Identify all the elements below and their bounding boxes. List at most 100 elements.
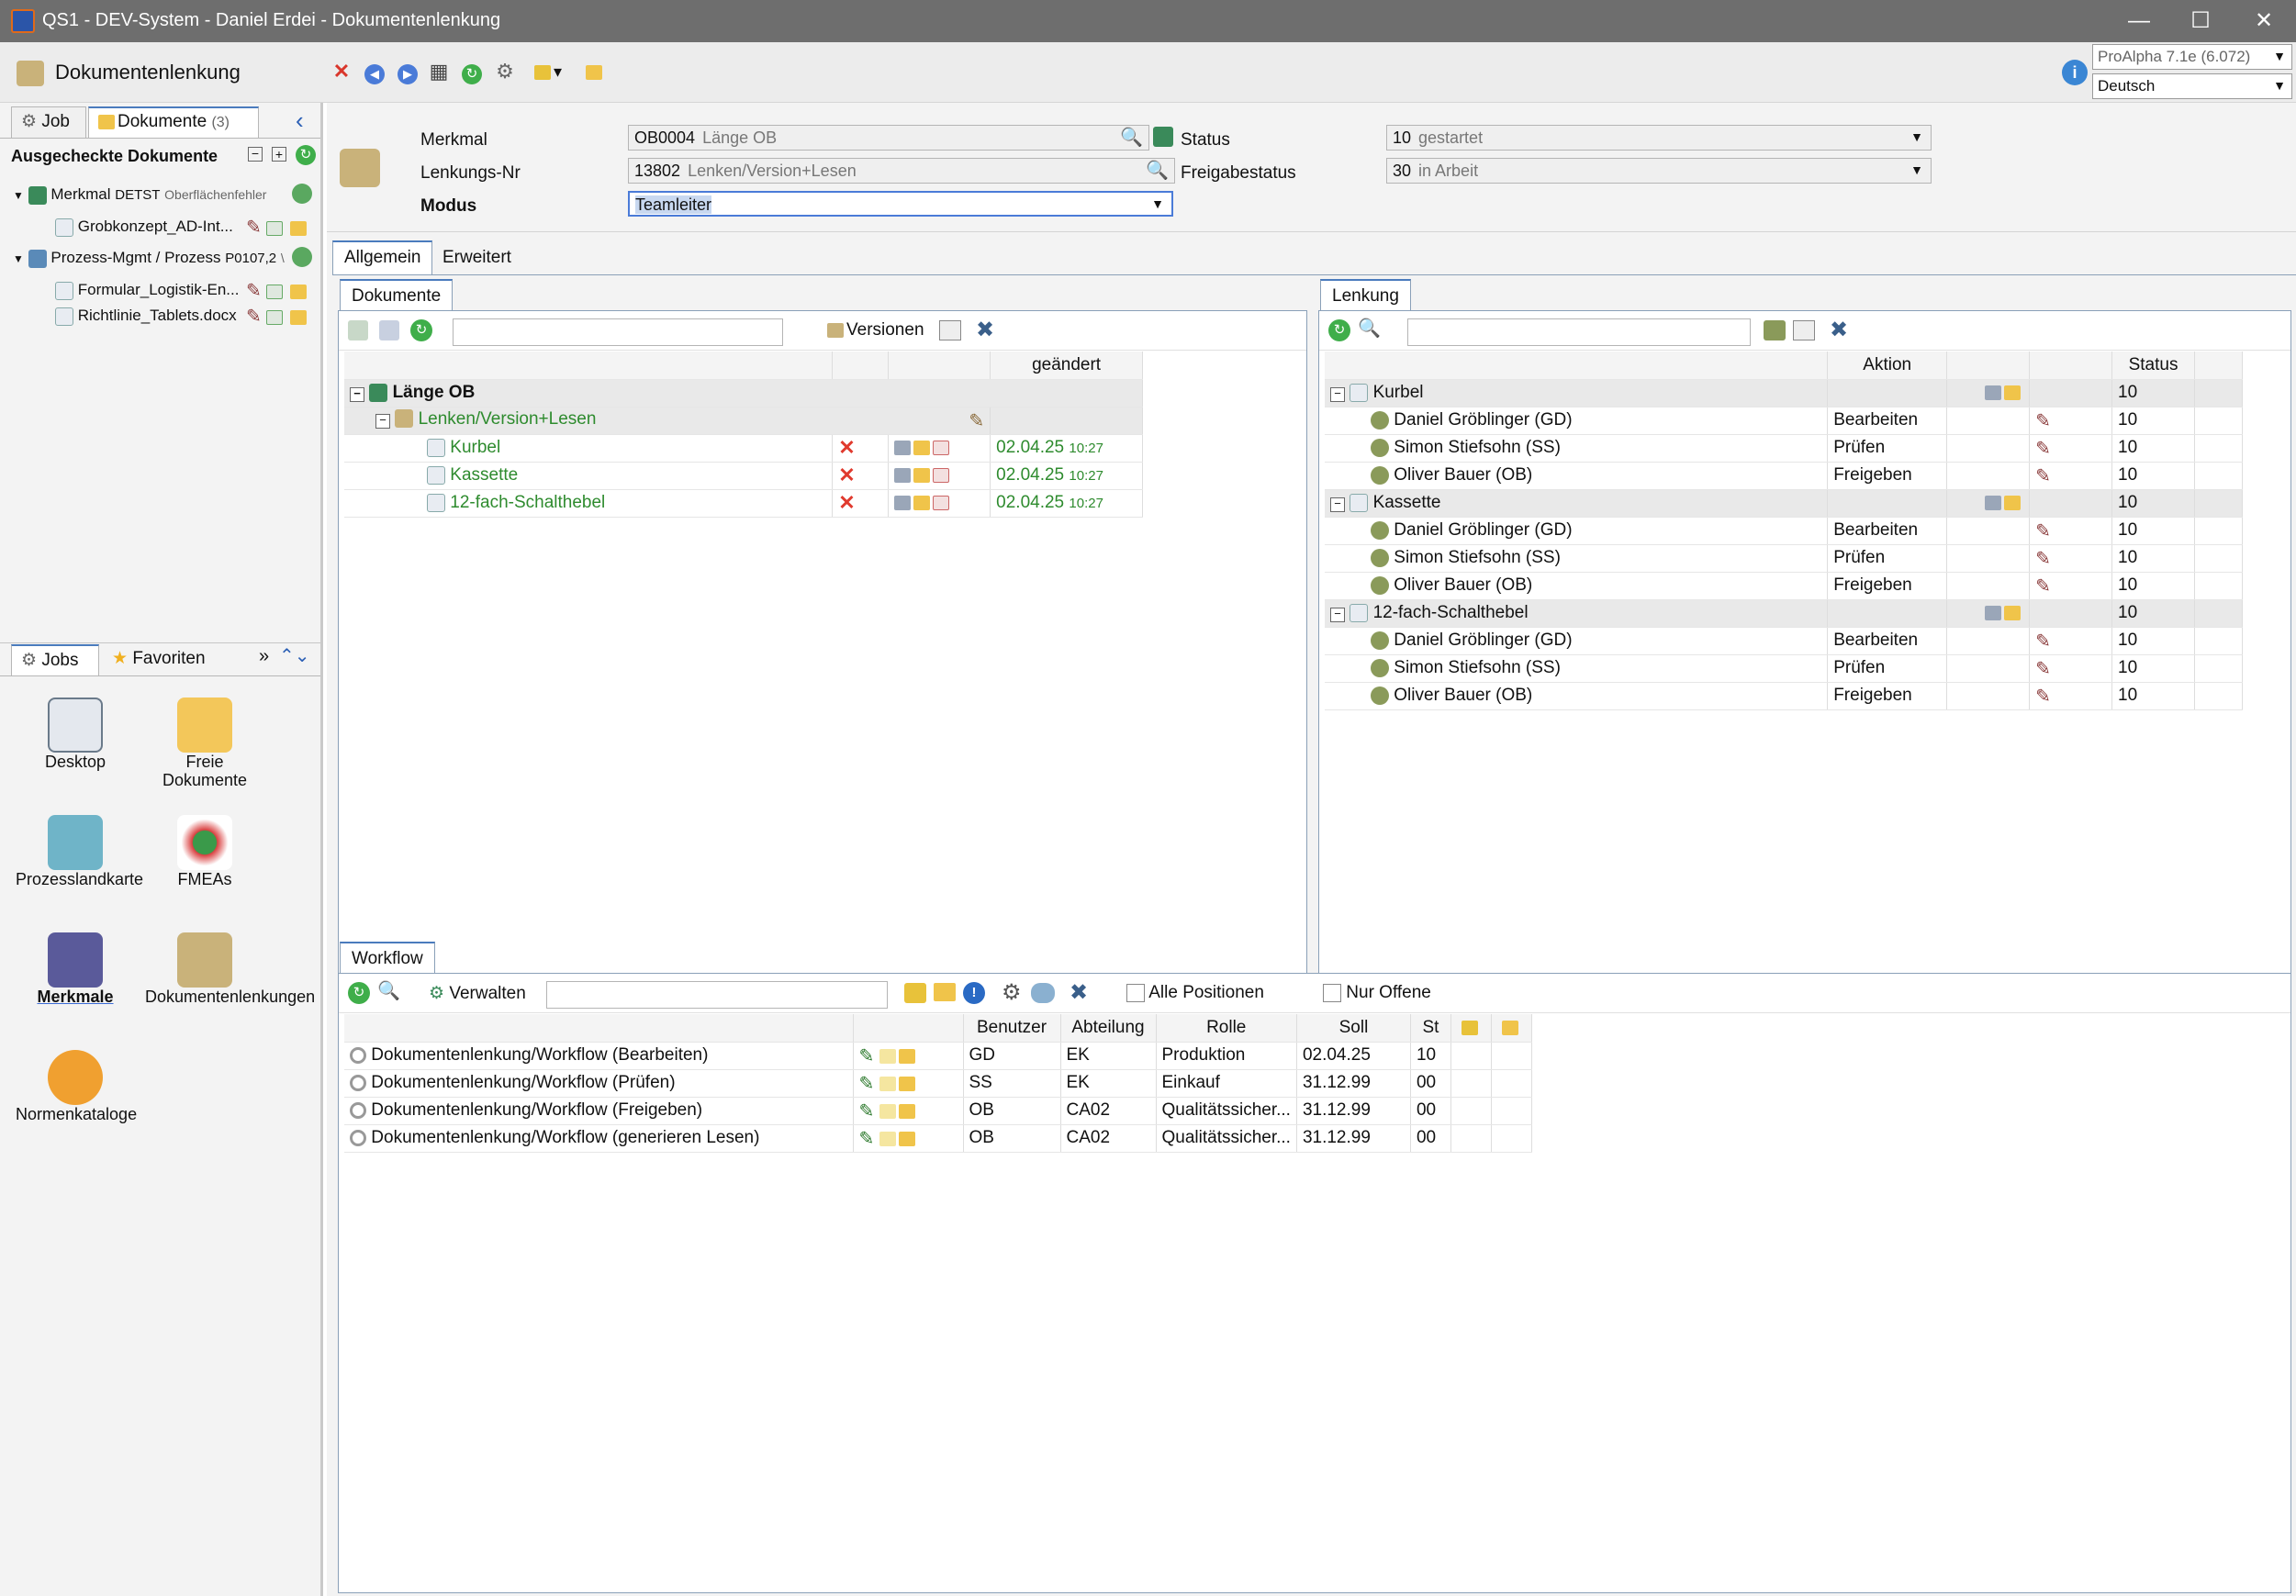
signature-icon[interactable]: ✎ xyxy=(2035,411,2051,431)
cancel-icon[interactable]: ✕ xyxy=(329,59,354,84)
checkin-icon[interactable] xyxy=(266,284,284,299)
job-desktop[interactable]: Desktop xyxy=(16,698,135,771)
lenkungsnr-field[interactable]: 13802 Lenken/Version+Lesen 🔍 xyxy=(628,158,1175,184)
expand-all-icon[interactable]: + xyxy=(272,147,286,162)
mail-icon[interactable] xyxy=(879,1077,896,1092)
tools-icon[interactable]: ✖ xyxy=(1070,979,1088,1006)
workflow-row[interactable]: Dokumentenlenkung/Workflow (generieren L… xyxy=(344,1124,1532,1153)
close-window-button[interactable]: ✕ xyxy=(2236,6,2291,37)
tab-lenkung[interactable]: Lenkung xyxy=(1320,279,1411,312)
signature-icon[interactable]: ✎ xyxy=(2035,439,2051,459)
mail-icon[interactable] xyxy=(879,1049,896,1065)
copy-icon[interactable] xyxy=(1985,495,2002,510)
lenkung-person-row[interactable]: Simon Stiefsohn (SS) Prüfen ✎ 10 xyxy=(1325,544,2243,573)
job-dokumentenlenkungen[interactable]: Dokumentenlenkungen xyxy=(145,932,315,1006)
expand-tree-icon[interactable] xyxy=(348,320,368,340)
folder-icon[interactable] xyxy=(2004,605,2022,620)
tab-dokumente-panel[interactable]: Dokumente xyxy=(340,279,454,312)
settings-gear-icon[interactable]: ⚙ xyxy=(492,59,518,84)
minimize-button[interactable]: — xyxy=(2111,6,2167,37)
signature-icon[interactable]: ✎ xyxy=(2035,549,2051,569)
tab-favoriten[interactable]: ★ Favoriten xyxy=(103,644,241,675)
job-merkmale[interactable]: Merkmale xyxy=(16,932,135,1006)
lenkung-group-row[interactable]: − 12-fach-Schalthebel 10 xyxy=(1325,599,2243,628)
edit-icon[interactable]: ✎ xyxy=(859,1129,875,1149)
tree-action-icon[interactable] xyxy=(292,247,312,267)
refresh-icon[interactable]: ↻ xyxy=(1328,319,1350,341)
lenkung-search-input[interactable] xyxy=(1407,318,1751,346)
tree-item-prozess[interactable]: ▼ Prozess-Mgmt / Prozess P0107,2 \ xyxy=(13,249,285,268)
lenkung-person-row[interactable]: Simon Stiefsohn (SS) Prüfen ✎ 10 xyxy=(1325,654,2243,683)
merkmal-field[interactable]: OB0004 Länge OB 🔍 xyxy=(628,125,1149,151)
assign-user-icon[interactable] xyxy=(1764,320,1786,340)
folder-icon[interactable] xyxy=(1501,1020,1518,1035)
folder-icon[interactable] xyxy=(913,467,930,483)
freigabestatus-select[interactable]: 30 in Arbeit ▼ xyxy=(1386,158,1932,184)
tab-workflow[interactable]: Workflow xyxy=(340,942,435,975)
chevron-up-down-icon[interactable]: ⌃⌄ xyxy=(279,644,310,667)
checkin-icon[interactable] xyxy=(266,220,284,236)
tools-icon[interactable]: ✖ xyxy=(976,317,994,343)
modus-select[interactable]: Teamleiter ▼ xyxy=(628,191,1173,217)
folder-icon[interactable] xyxy=(290,220,308,236)
info-icon[interactable]: i xyxy=(2062,60,2088,85)
tree-item-document[interactable]: Grobkonzept_AD-Int... xyxy=(55,218,233,237)
lenkung-row[interactable]: − Lenken/Version+Lesen ✎ xyxy=(344,407,1143,435)
folder-icon[interactable] xyxy=(582,59,608,84)
folder-icon[interactable] xyxy=(290,309,308,325)
edit-icon[interactable]: ✎ xyxy=(859,1101,875,1122)
verwalten-button[interactable]: ⚙ Verwalten xyxy=(429,983,526,1004)
folder-icon[interactable] xyxy=(898,1132,915,1147)
lenkung-person-row[interactable]: Oliver Bauer (OB) Freigeben ✎ 10 xyxy=(1325,682,2243,710)
collapse-icon[interactable]: − xyxy=(1330,497,1345,512)
refresh-icon[interactable]: ↻ xyxy=(348,982,370,1004)
folder-icon[interactable] xyxy=(2004,495,2022,510)
signature-icon[interactable]: ✎ xyxy=(2035,631,2051,652)
document-pdf-icon[interactable] xyxy=(932,495,949,510)
collapse-tree-icon[interactable] xyxy=(379,320,399,340)
lenkung-person-row[interactable]: Oliver Bauer (OB) Freigeben ✎ 10 xyxy=(1325,462,2243,490)
tab-allgemein[interactable]: Allgemein xyxy=(332,240,433,275)
search-icon[interactable]: 🔍 xyxy=(1146,159,1169,182)
tab-job[interactable]: ⚙ Job xyxy=(11,106,86,138)
settings-gear-icon[interactable]: ⚙ xyxy=(1002,979,1022,1006)
tab-jobs[interactable]: ⚙ Jobs xyxy=(11,644,99,675)
copy-icon[interactable] xyxy=(1985,605,2002,620)
job-freie-dokumente[interactable]: Freie Dokumente xyxy=(145,698,264,789)
note-icon[interactable] xyxy=(1461,1020,1478,1035)
previous-icon[interactable]: ◀ xyxy=(362,59,387,84)
image-icon[interactable] xyxy=(1793,320,1815,340)
refresh-icon[interactable]: ↻ xyxy=(459,59,485,84)
tab-erweitert[interactable]: Erweitert xyxy=(442,248,511,268)
dokumente-search-input[interactable] xyxy=(453,318,783,346)
document-row[interactable]: Kassette ✕ 02.04.25 10:27 xyxy=(344,462,1143,490)
folder-icon[interactable] xyxy=(898,1049,915,1065)
lenkung-group-row[interactable]: − Kurbel 10 xyxy=(1325,379,2243,407)
delete-icon[interactable]: ✕ xyxy=(838,491,855,514)
copy-icon[interactable] xyxy=(893,440,911,455)
versionen-button[interactable]: Versionen xyxy=(827,320,924,340)
tree-item-document[interactable]: Richtlinie_Tablets.docx xyxy=(55,307,237,326)
status-select[interactable]: 10 gestartet ▼ xyxy=(1386,125,1932,151)
workflow-row[interactable]: Dokumentenlenkung/Workflow (Prüfen) ✎ SS E… xyxy=(344,1069,1532,1098)
edit-icon[interactable]: ✎ xyxy=(246,307,262,327)
signature-icon[interactable]: ✎ xyxy=(2035,466,2051,486)
more-icon[interactable]: » xyxy=(259,646,269,667)
edit-icon[interactable]: ✎ xyxy=(859,1074,875,1094)
folder-icon[interactable] xyxy=(898,1077,915,1092)
copy-icon[interactable] xyxy=(893,467,911,483)
nur-offene-checkbox[interactable]: Nur Offene xyxy=(1323,983,1431,1003)
document-row[interactable]: Kurbel ✕ 02.04.25 10:27 xyxy=(344,434,1143,463)
search-icon[interactable]: 🔍 xyxy=(1358,317,1381,340)
edit-note-icon[interactable]: ✎ xyxy=(969,409,984,432)
tools-icon[interactable]: ✖ xyxy=(1830,317,1848,343)
edit-icon[interactable]: ✎ xyxy=(246,218,262,238)
save-icon[interactable]: ▦ xyxy=(426,59,452,84)
folder-icon[interactable] xyxy=(290,284,308,299)
alle-positionen-checkbox[interactable]: Alle Positionen xyxy=(1126,983,1264,1003)
lenkung-person-row[interactable]: Oliver Bauer (OB) Freigeben ✎ 10 xyxy=(1325,572,2243,600)
signature-icon[interactable]: ✎ xyxy=(2035,576,2051,597)
folder-icon[interactable] xyxy=(898,1104,915,1120)
note-icon[interactable] xyxy=(904,983,926,1003)
document-pdf-icon[interactable] xyxy=(932,440,949,455)
